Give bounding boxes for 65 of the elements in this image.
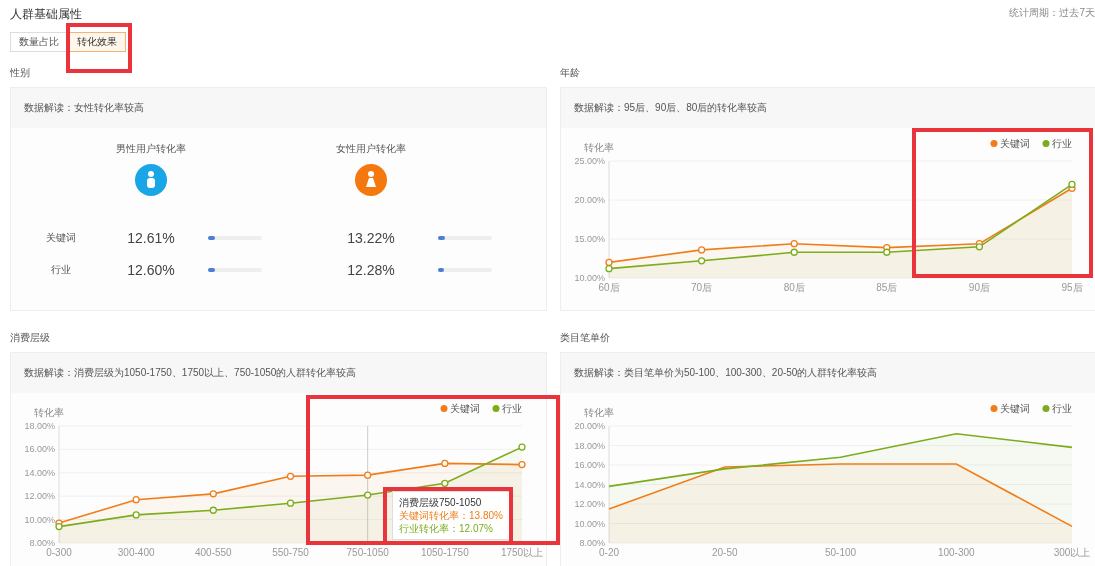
y-tick-label: 10.00% [24, 514, 55, 525]
x-tick-label: 20-50 [711, 547, 738, 558]
x-tick-label: 85后 [876, 282, 898, 293]
x-tick-label: 80后 [783, 282, 805, 293]
y-tick-label: 16.00% [24, 444, 55, 455]
rate-value: 12.61% [127, 230, 175, 246]
axis-title: 转化率 [584, 407, 614, 418]
tooltip-line: 关键词转化率：13.80% [399, 509, 503, 522]
rate-value: 12.28% [347, 262, 395, 278]
axis-title: 转化率 [34, 407, 64, 418]
tooltip-line: 行业转化率：12.07% [399, 522, 494, 535]
x-tick-label: 1050-1750 [420, 547, 469, 558]
tooltip-title: 消费层级750-1050 [399, 496, 483, 509]
x-tick-label: 95后 [1061, 282, 1083, 293]
section-title: 性别 [10, 66, 31, 80]
x-tick-label: 0-20 [599, 547, 619, 558]
y-tick-label: 15.00% [574, 234, 605, 244]
x-tick-label: 70后 [691, 282, 713, 293]
legend-label: 行业 [502, 403, 522, 414]
section-title: 年龄 [560, 66, 581, 80]
x-tick-label: 50-100 [824, 547, 857, 558]
x-tick-label: 0-300 [46, 547, 72, 558]
group-title: 男性用户转化率 [116, 142, 186, 156]
y-tick-label: 10.00% [574, 273, 605, 283]
y-tick-label: 18.00% [24, 421, 55, 431]
legend-label: 关键词 [450, 403, 480, 414]
data-interpretation: 数据解读：消费层级为1050-1750、1750以上、750-1050的人群转化率较高 [11, 353, 546, 393]
y-tick-label: 8.00% [29, 538, 55, 548]
x-tick-label: 750-1050 [346, 547, 389, 558]
axis-title: 转化率 [584, 142, 614, 153]
period-label: 统计周期：过去7天 [1009, 6, 1095, 20]
data-interpretation: 数据解读：女性转化率较高 [11, 88, 546, 128]
page-title: 人群基础属性 [10, 6, 82, 23]
y-tick-label: 16.00% [574, 460, 605, 470]
y-tick-label: 14.00% [574, 479, 605, 490]
x-tick-label: 400-550 [195, 547, 232, 558]
data-interpretation: 数据解读：类目笔单价为50-100、100-300、20-50的人群转化率较高 [561, 353, 1095, 393]
x-tick-label: 300以上 [1053, 547, 1091, 558]
rate-value: 13.22% [347, 230, 395, 246]
y-tick-label: 20.00% [574, 421, 605, 431]
rate-value: 12.60% [127, 262, 175, 278]
legend-label: 行业 [1052, 403, 1072, 414]
row-label: 关键词 [46, 231, 76, 245]
y-tick-label: 10.00% [574, 518, 605, 529]
x-tick-label: 90后 [968, 282, 990, 293]
y-tick-label: 20.00% [574, 195, 605, 205]
group-title: 女性用户转化率 [336, 142, 406, 156]
x-tick-label: 1750以上 [500, 547, 544, 558]
y-tick-label: 25.00% [574, 156, 605, 166]
y-tick-label: 12.00% [574, 499, 605, 509]
data-interpretation: 数据解读：95后、90后、80后的转化率较高 [561, 88, 1095, 128]
legend-label: 关键词 [1000, 138, 1030, 149]
row-label: 行业 [51, 263, 71, 277]
x-tick-label: 550-750 [272, 547, 309, 558]
y-tick-label: 18.00% [574, 440, 605, 451]
legend-label: 关键词 [1000, 403, 1030, 414]
y-tick-label: 14.00% [24, 467, 55, 478]
x-tick-label: 60后 [598, 282, 620, 293]
section-title: 类目笔单价 [560, 331, 611, 345]
x-tick-label: 100-300 [937, 547, 975, 558]
y-tick-label: 8.00% [579, 538, 605, 548]
y-tick-label: 12.00% [24, 491, 55, 502]
x-tick-label: 300-400 [117, 547, 155, 558]
section-title: 消费层级 [10, 331, 51, 345]
legend-label: 行业 [1052, 138, 1072, 149]
